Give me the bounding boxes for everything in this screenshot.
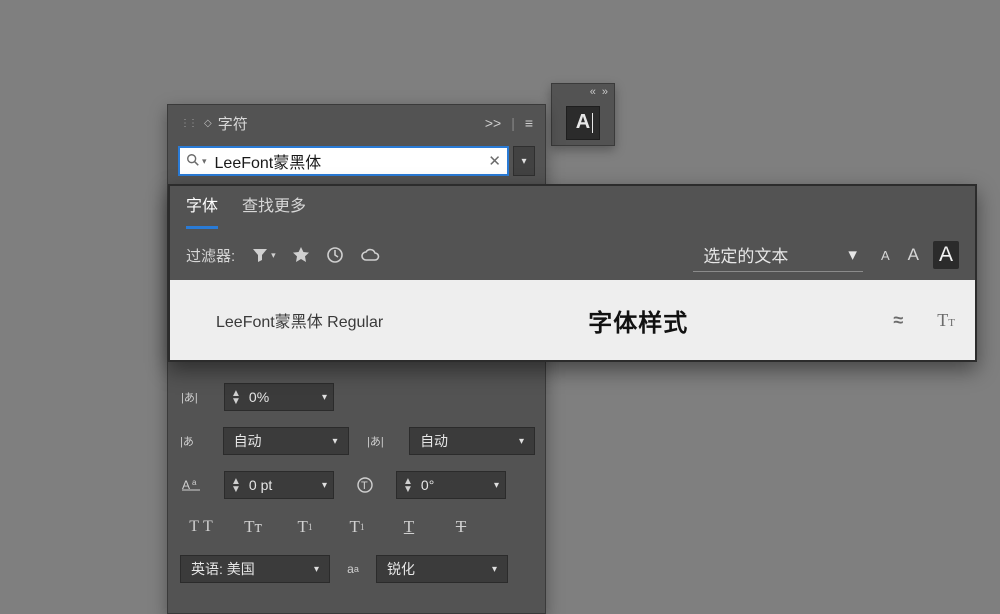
font-dropdown-tabs: 字体 查找更多 (170, 186, 975, 230)
subscript-button[interactable]: T1 (342, 514, 372, 540)
type-tool-icon[interactable]: A (566, 106, 600, 140)
font-result-row[interactable]: LeeFont蒙黑体 Regular 字体样式 ≈ TT (170, 280, 975, 360)
underline-button[interactable]: T (394, 514, 424, 540)
anti-alias-field[interactable]: 锐化 (376, 555, 508, 583)
tracking-row: |あ| ▲▼ 0% (180, 375, 535, 419)
svg-text:|あ|: |あ| (181, 391, 198, 404)
baseline-rotation-row: Aa ▲▼ 0 pt T ▲▼ 0° (180, 463, 535, 507)
chevron-down-icon[interactable] (519, 436, 524, 447)
anti-alias-value: 锐化 (387, 559, 488, 579)
preview-controls: 选定的文本 A A A (693, 238, 959, 272)
font-result-name: LeeFont蒙黑体 Regular (216, 308, 383, 332)
filter-label: 过滤器: (186, 245, 235, 266)
preview-size-small[interactable]: A (881, 248, 890, 263)
panel-menu-icon[interactable]: ≡ (525, 115, 533, 131)
svg-text:T: T (361, 480, 368, 492)
spinner-icon[interactable]: ▲▼ (231, 390, 241, 405)
preview-text-select[interactable]: 选定的文本 (693, 238, 863, 272)
kerning-left-icon: |あ (180, 429, 205, 453)
language-value: 英语: 美国 (191, 559, 310, 579)
kerning-right-icon: |あ| (367, 429, 392, 453)
language-field[interactable]: 英语: 美国 (180, 555, 330, 583)
menu-icon[interactable]: » (602, 87, 608, 98)
baseline-shift-value: 0 pt (245, 477, 314, 493)
lang-aa-row: 英语: 美国 aa 锐化 (180, 547, 535, 591)
font-family-input-wrap[interactable]: ✕ (178, 146, 509, 176)
chevron-down-icon (521, 156, 526, 167)
panel-title: 字符 (218, 113, 248, 134)
baseline-shift-field[interactable]: ▲▼ 0 pt (224, 471, 334, 499)
kerning-right-field[interactable]: 自动 (409, 427, 535, 455)
chevron-down-icon[interactable] (494, 480, 499, 491)
tab-find-more[interactable]: 查找更多 (242, 192, 306, 229)
superscript-button[interactable]: T1 (290, 514, 320, 540)
filter-funnel-button[interactable] (251, 246, 276, 264)
case-options-row: T T Tᴛ T1 T1 T T (180, 507, 535, 547)
filter-cloud-button[interactable] (360, 246, 380, 264)
font-result-icons: ≈ TT (893, 310, 955, 331)
svg-text:|あ|: |あ| (367, 435, 384, 448)
star-icon (292, 246, 310, 264)
chevron-down-icon[interactable] (322, 480, 327, 491)
font-dropdown-toggle[interactable] (513, 146, 535, 176)
kerning-row: |あ 自动 |あ| 自动 (180, 419, 535, 463)
spinner-icon[interactable]: ▲▼ (231, 478, 241, 493)
filter-recent-button[interactable] (326, 246, 344, 264)
tracking-icon: |あ| (180, 385, 206, 409)
strikethrough-button[interactable]: T (446, 514, 476, 540)
filter-favorites-button[interactable] (292, 246, 310, 264)
chevron-down-icon[interactable] (314, 564, 319, 575)
spinner-icon[interactable]: ▲▼ (403, 478, 413, 493)
collapse-icon[interactable]: « (590, 87, 596, 98)
type-tool-letter: A (576, 111, 590, 134)
expand-icon[interactable]: >> (485, 115, 501, 131)
chevron-down-icon (271, 250, 276, 261)
tab-fonts[interactable]: 字体 (186, 192, 218, 229)
rotation-field[interactable]: ▲▼ 0° (396, 471, 506, 499)
sort-indicator-icon: ◇ (204, 118, 212, 129)
divider-icon: | (511, 115, 515, 131)
font-filter-row: 过滤器: 选定的文本 A A A (170, 230, 975, 280)
rotation-icon: T (352, 473, 378, 497)
kerning-right-value: 自动 (420, 431, 515, 451)
preview-size-medium[interactable]: A (908, 245, 919, 265)
clear-icon[interactable]: ✕ (488, 152, 501, 170)
tracking-value: 0% (245, 389, 314, 405)
rotation-value: 0° (417, 477, 486, 493)
svg-text:a: a (192, 478, 197, 487)
preview-size-large[interactable]: A (933, 241, 959, 269)
similar-fonts-icon[interactable]: ≈ (893, 310, 903, 331)
floating-tool-palette[interactable]: « » A (551, 83, 615, 146)
font-family-input[interactable] (213, 151, 489, 171)
small-caps-button[interactable]: Tᴛ (238, 514, 268, 540)
kerning-left-field[interactable]: 自动 (223, 427, 349, 455)
cloud-icon (360, 246, 380, 264)
chevron-down-icon[interactable] (202, 156, 207, 167)
funnel-icon (251, 246, 269, 264)
mini-palette-titlebar[interactable]: « » (552, 84, 614, 100)
chevron-down-icon[interactable] (332, 436, 337, 447)
svg-text:|あ: |あ (180, 435, 194, 448)
preview-text-value: 选定的文本 (703, 242, 788, 267)
typekit-icon[interactable]: TT (937, 310, 955, 331)
anti-alias-icon: aa (340, 557, 366, 581)
search-svg (186, 153, 200, 167)
font-dropdown-popover: 字体 查找更多 过滤器: 选定的文本 A A A LeeFont蒙黑体 Regu… (168, 184, 977, 362)
font-family-row: ✕ (178, 143, 535, 179)
baseline-shift-icon: Aa (180, 473, 206, 497)
font-result-sample: 字体样式 (383, 303, 893, 338)
all-caps-button[interactable]: T T (186, 514, 216, 540)
search-icon (186, 153, 200, 170)
chevron-down-icon (848, 245, 857, 265)
clock-icon (326, 246, 344, 264)
mini-palette-body: A (552, 100, 614, 145)
tracking-field[interactable]: ▲▼ 0% (224, 383, 334, 411)
chevron-down-icon[interactable] (322, 392, 327, 403)
kerning-left-value: 自动 (234, 431, 329, 451)
character-panel-titlebar[interactable]: ⋮⋮ ◇ 字符 >> | ≡ (168, 105, 545, 141)
character-controls: |あ| ▲▼ 0% |あ 自动 |あ| 自动 (168, 375, 545, 591)
chevron-down-icon[interactable] (492, 564, 497, 575)
drag-handle-icon[interactable]: ⋮⋮ (180, 118, 196, 129)
